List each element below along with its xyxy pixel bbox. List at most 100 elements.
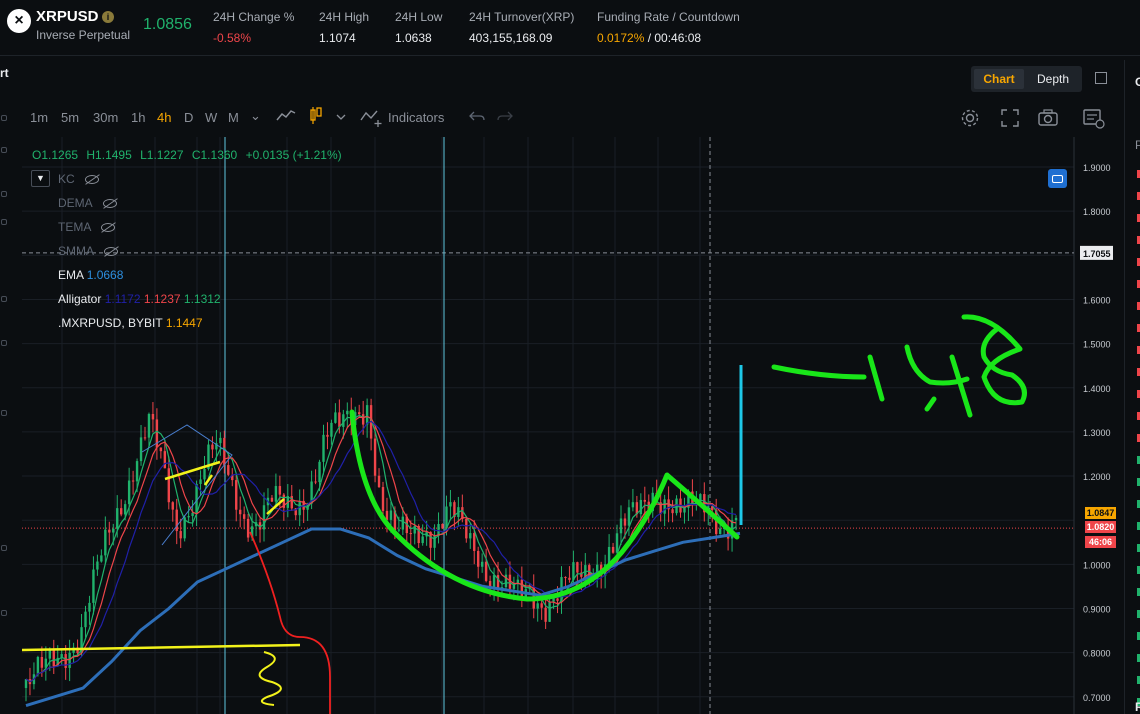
candle-body — [544, 607, 547, 622]
timeframe-D[interactable]: D — [184, 110, 193, 125]
pattern-tool-icon[interactable] — [1, 219, 7, 225]
candle-body — [373, 438, 377, 476]
symbol-name[interactable]: XRPUSD — [36, 8, 99, 25]
redo-icon[interactable] — [497, 111, 513, 123]
candle-body — [211, 444, 214, 450]
close-icon[interactable]: × — [7, 9, 31, 33]
magnet-tool-icon[interactable] — [1, 610, 7, 616]
indicator-alligator[interactable]: Alligator 1.1172 1.1237 1.1312 — [58, 292, 221, 306]
candle-body — [734, 517, 738, 521]
indicators-icon[interactable] — [360, 108, 384, 128]
layout-toggle-button[interactable] — [1048, 169, 1067, 188]
candle-body — [615, 533, 619, 553]
candle-type-icon[interactable] — [309, 106, 323, 126]
text-tool-icon[interactable] — [1, 340, 7, 346]
candle-body — [358, 412, 361, 415]
candle-body — [135, 461, 139, 482]
eye-hidden-icon[interactable] — [102, 199, 117, 209]
timeframe-W[interactable]: W — [205, 110, 217, 125]
indicator-name: SMMA — [58, 244, 94, 258]
stat-label: 24H Change % — [213, 10, 295, 24]
fib-tool-icon[interactable] — [1, 191, 7, 197]
funding-rate-value: 0.0172% — [597, 31, 645, 45]
fullscreen-chart-icon[interactable] — [1000, 108, 1020, 128]
candle-body — [235, 480, 238, 510]
tab-depth[interactable]: Depth — [1027, 69, 1079, 89]
stat-24h-high: 24H High 1.1074 — [319, 10, 369, 45]
candle-body — [127, 480, 131, 505]
indicators-button[interactable]: Indicators — [388, 110, 444, 125]
price-tick-label: 1.0000 — [1083, 560, 1111, 570]
price-tick-label: 1.9000 — [1083, 163, 1111, 173]
chevron-down-icon[interactable] — [336, 113, 346, 121]
eye-hidden-icon[interactable] — [101, 223, 116, 233]
candle-body — [397, 529, 401, 531]
candle-body — [100, 555, 103, 562]
stat-24h-low: 24H Low 1.0638 — [395, 10, 442, 45]
candle-body — [639, 499, 643, 515]
red-drawing — [249, 531, 331, 714]
indicator-name: Alligator — [58, 292, 102, 306]
line-tool-icon[interactable] — [1, 147, 7, 153]
alligator-line — [25, 420, 737, 683]
indicator-ema[interactable]: EMA 1.0668 — [58, 268, 123, 282]
eye-hidden-icon[interactable] — [84, 175, 99, 185]
candle-body — [52, 649, 55, 667]
stat-value: 403,155,168.09 — [469, 31, 553, 45]
timeframe-4h[interactable]: 4h — [157, 110, 171, 125]
indicator-kc[interactable]: KC — [58, 172, 99, 186]
undo-icon[interactable] — [469, 111, 485, 123]
chart-settings-icon[interactable] — [1082, 107, 1108, 129]
stat-label: 24H High — [319, 10, 370, 24]
timeframe-1m[interactable]: 1m — [30, 110, 48, 125]
candle-body — [131, 480, 135, 482]
candle-body — [492, 575, 496, 589]
alligator-line — [25, 414, 737, 683]
indicator-index-price[interactable]: .MXRPUSD, BYBIT 1.1447 — [58, 316, 203, 330]
timeframe-5m[interactable]: 5m — [61, 110, 79, 125]
zoom-tool-icon[interactable] — [1, 545, 7, 551]
yellow-support-line — [22, 643, 301, 652]
candle-body — [619, 518, 623, 534]
line-chart-icon[interactable] — [276, 109, 296, 123]
camera-icon[interactable] — [1037, 108, 1059, 128]
candle-body — [631, 502, 635, 508]
timeframe-M[interactable]: M — [228, 110, 239, 125]
price-tick-label: 0.9000 — [1083, 605, 1111, 615]
candle-body — [143, 437, 147, 439]
tab-chart[interactable]: Chart — [974, 69, 1024, 89]
candle-body — [88, 602, 91, 612]
indicator-tema[interactable]: TEMA — [58, 220, 116, 234]
ohlc-change: +0.0135 (+1.21%) — [245, 148, 342, 162]
eye-hidden-icon[interactable] — [104, 247, 118, 257]
candle-body — [671, 509, 674, 514]
legend-collapse-button[interactable]: ▼ — [31, 170, 50, 187]
price-chart[interactable]: 1.9000 1.8000 1.7055 1.6000 1.5000 1.4000 1.30… — [22, 137, 1122, 714]
candle-body — [381, 487, 385, 511]
candle-body — [623, 518, 627, 526]
indicator-dema[interactable]: DEMA — [58, 196, 117, 210]
price-tick-label: 1.7055 — [1083, 249, 1111, 259]
candle-body — [219, 437, 222, 444]
measure-tool-icon[interactable] — [1, 410, 7, 416]
settings-gear-icon[interactable] — [960, 108, 980, 128]
candle-body — [576, 562, 579, 573]
timeframe-1h[interactable]: 1h — [131, 110, 145, 125]
info-icon[interactable]: i — [102, 11, 114, 23]
candle-body — [84, 611, 87, 628]
candle-body — [540, 603, 543, 608]
candle-body — [96, 561, 99, 570]
timeframe-more-icon[interactable]: ⌄ — [250, 108, 261, 124]
candle-body — [151, 413, 155, 420]
crosshair-tool-icon[interactable] — [1, 115, 7, 121]
brush-tool-icon[interactable] — [1, 296, 7, 302]
candle-body — [199, 479, 202, 484]
stat-funding-rate: Funding Rate / Countdown 0.0172% / 00:46… — [597, 10, 740, 45]
candle-body — [314, 481, 317, 483]
indicator-smma[interactable]: SMMA — [58, 244, 118, 258]
stat-label: 24H Low — [395, 10, 443, 24]
fullscreen-icon[interactable] — [1095, 72, 1107, 84]
candle-body — [480, 561, 484, 567]
candle-body — [179, 531, 182, 539]
timeframe-30m[interactable]: 30m — [93, 110, 118, 125]
